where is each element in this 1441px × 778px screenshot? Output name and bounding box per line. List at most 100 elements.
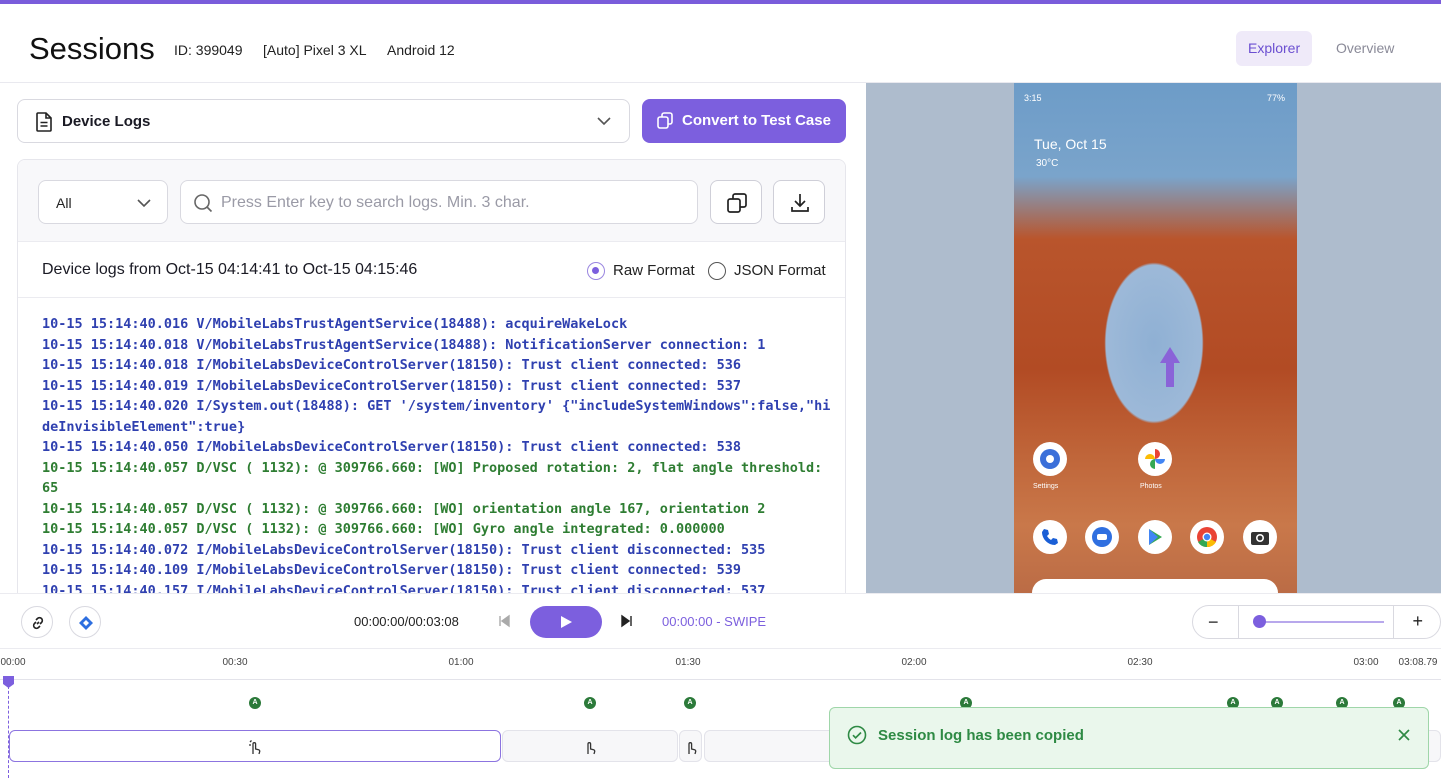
logs-panel: All Device logs fr xyxy=(17,159,846,599)
device-name: [Auto] Pixel 3 XL xyxy=(263,42,367,58)
radio-selected-icon xyxy=(587,262,605,280)
skip-forward-icon[interactable] xyxy=(620,614,634,628)
log-section: Device Logs Convert to Test Case All Pre… xyxy=(0,83,866,599)
page-header: Sessions ID: 399049 [Auto] Pixel 3 XL An… xyxy=(0,4,1441,83)
home-weather: 30°C xyxy=(1036,158,1059,169)
settings-app-label: Settings xyxy=(1033,483,1059,490)
radio-unselected-icon xyxy=(708,262,726,280)
copy-convert-icon xyxy=(657,112,673,129)
jira-button[interactable] xyxy=(69,606,101,638)
tap-gesture-icon xyxy=(587,742,596,755)
playback-time: 00:00:00/00:03:08 xyxy=(354,614,459,629)
share-link-button[interactable] xyxy=(21,606,53,638)
log-line: 10-15 15:14:40.057 D/VSC ( 1132): @ 3097… xyxy=(42,500,766,517)
close-icon[interactable] xyxy=(1397,728,1411,742)
log-source-select[interactable]: Device Logs xyxy=(17,99,630,143)
battery-level: 77% xyxy=(1266,93,1285,103)
messages-icon[interactable] xyxy=(1085,520,1119,554)
play-button[interactable] xyxy=(530,606,602,638)
skip-back-icon[interactable] xyxy=(497,614,511,628)
copy-icon xyxy=(727,193,747,213)
zoom-in-button[interactable]: + xyxy=(1412,611,1423,632)
log-line: 10-15 15:14:40.050 I/MobileLabsDeviceCon… xyxy=(42,439,741,455)
phone-icon[interactable] xyxy=(1033,520,1067,554)
log-line: 10-15 15:14:40.016 V/MobileLabsTrustAgen… xyxy=(42,316,628,332)
play-store-icon[interactable] xyxy=(1138,520,1172,554)
timeline-tick: 01:00 xyxy=(448,657,474,668)
convert-to-test-case-button[interactable]: Convert to Test Case xyxy=(642,99,846,143)
log-line: 10-15 15:14:40.018 V/MobileLabsTrustAgen… xyxy=(42,336,766,353)
log-lines: 10-15 15:14:40.016 V/MobileLabsTrustAgen… xyxy=(42,314,832,598)
timeline-axis xyxy=(0,679,1441,680)
device-screen[interactable]: 3:15 77% Tue, Oct 15 30°C Settings Photo… xyxy=(1014,83,1297,593)
status-time: 3:15 xyxy=(1024,93,1042,103)
timeline-tick: 03:08.79 xyxy=(1398,657,1438,668)
page-title: Sessions xyxy=(29,31,155,66)
log-filter-bar: All xyxy=(18,160,845,242)
chevron-down-icon xyxy=(137,199,151,208)
action-marker[interactable]: A xyxy=(584,697,596,709)
document-icon xyxy=(36,112,52,132)
log-line: 10-15 15:14:40.072 I/MobileLabsDeviceCon… xyxy=(42,541,766,558)
log-search-box[interactable] xyxy=(180,180,698,224)
toast-message: Session log has been copied xyxy=(878,727,1084,744)
raw-format-label: Raw Format xyxy=(613,262,695,279)
playhead-handle-icon[interactable] xyxy=(2,675,15,689)
device-screen-area: 3:15 77% Tue, Oct 15 30°C Settings Photo… xyxy=(866,83,1441,593)
home-search-bar[interactable] xyxy=(1032,579,1278,593)
timeline-tick: 03:00 xyxy=(1353,657,1379,668)
log-source-label: Device Logs xyxy=(62,113,151,130)
log-line: 10-15 15:14:40.019 I/MobileLabsDeviceCon… xyxy=(42,377,741,394)
home-date: Tue, Oct 15 xyxy=(1034,136,1107,152)
zoom-out-button[interactable]: − xyxy=(1208,612,1219,633)
tap-gesture-icon xyxy=(688,742,697,755)
divider xyxy=(1238,606,1239,638)
swipe-up-arrow-icon xyxy=(1160,347,1180,387)
download-icon xyxy=(791,194,809,212)
log-line: 10-15 15:14:40.057 D/VSC ( 1132): @ 3097… xyxy=(42,459,831,497)
timeline-segment-swipe[interactable] xyxy=(9,730,501,762)
link-icon xyxy=(32,616,44,630)
json-format-label: JSON Format xyxy=(734,262,826,279)
timeline-segment-tap[interactable] xyxy=(679,730,702,762)
zoom-slider-track[interactable] xyxy=(1258,621,1384,623)
camera-icon[interactable] xyxy=(1243,520,1277,554)
copy-logs-button[interactable] xyxy=(710,180,762,224)
log-level-select[interactable]: All xyxy=(38,180,168,224)
timeline-tick: 00:30 xyxy=(222,657,248,668)
timeline-tick: 02:00 xyxy=(901,657,927,668)
current-event-label: 00:00:00 - SWIPE xyxy=(662,614,767,629)
log-line: 10-15 15:14:40.020 I/System.out(18488): … xyxy=(42,398,831,435)
tab-overview[interactable]: Overview xyxy=(1324,31,1406,66)
download-logs-button[interactable] xyxy=(773,180,825,224)
timeline-tick: 00:00 xyxy=(0,657,26,668)
convert-label: Convert to Test Case xyxy=(682,112,831,129)
zoom-control: − + xyxy=(1192,605,1441,639)
timeline-playhead[interactable] xyxy=(8,681,9,778)
timeline-tick: 02:30 xyxy=(1127,657,1153,668)
timeline-segment-tap[interactable] xyxy=(502,730,678,762)
action-marker[interactable]: A xyxy=(249,697,261,709)
settings-app-icon[interactable] xyxy=(1033,442,1067,476)
logs-range-heading: Device logs from Oct-15 04:14:41 to Oct-… xyxy=(42,261,418,278)
copied-toast: Session log has been copied xyxy=(829,707,1429,769)
swipe-gesture-icon xyxy=(249,740,261,755)
photos-app-label: Photos xyxy=(1140,483,1162,490)
log-search-input[interactable] xyxy=(221,189,681,217)
action-marker[interactable]: A xyxy=(684,697,696,709)
search-icon xyxy=(194,194,213,213)
zoom-slider-handle[interactable] xyxy=(1253,615,1266,628)
tab-explorer[interactable]: Explorer xyxy=(1236,31,1313,66)
divider xyxy=(1393,606,1394,638)
check-circle-icon xyxy=(847,725,867,745)
player-controls: 00:00:00/00:03:08 00:00:00 - SWIPE − + xyxy=(0,593,1441,649)
log-line: 10-15 15:14:40.018 I/MobileLabsDeviceCon… xyxy=(42,357,741,373)
jira-icon xyxy=(79,616,93,630)
chrome-icon[interactable] xyxy=(1190,520,1224,554)
chevron-down-icon xyxy=(597,117,611,126)
timeline-tick: 01:30 xyxy=(675,657,701,668)
session-id: ID: 399049 xyxy=(174,42,243,58)
photos-app-icon[interactable] xyxy=(1138,442,1172,476)
log-line: 10-15 15:14:40.057 D/VSC ( 1132): @ 3097… xyxy=(42,521,725,537)
logs-heading-row: Device logs from Oct-15 04:14:41 to Oct-… xyxy=(18,242,845,298)
